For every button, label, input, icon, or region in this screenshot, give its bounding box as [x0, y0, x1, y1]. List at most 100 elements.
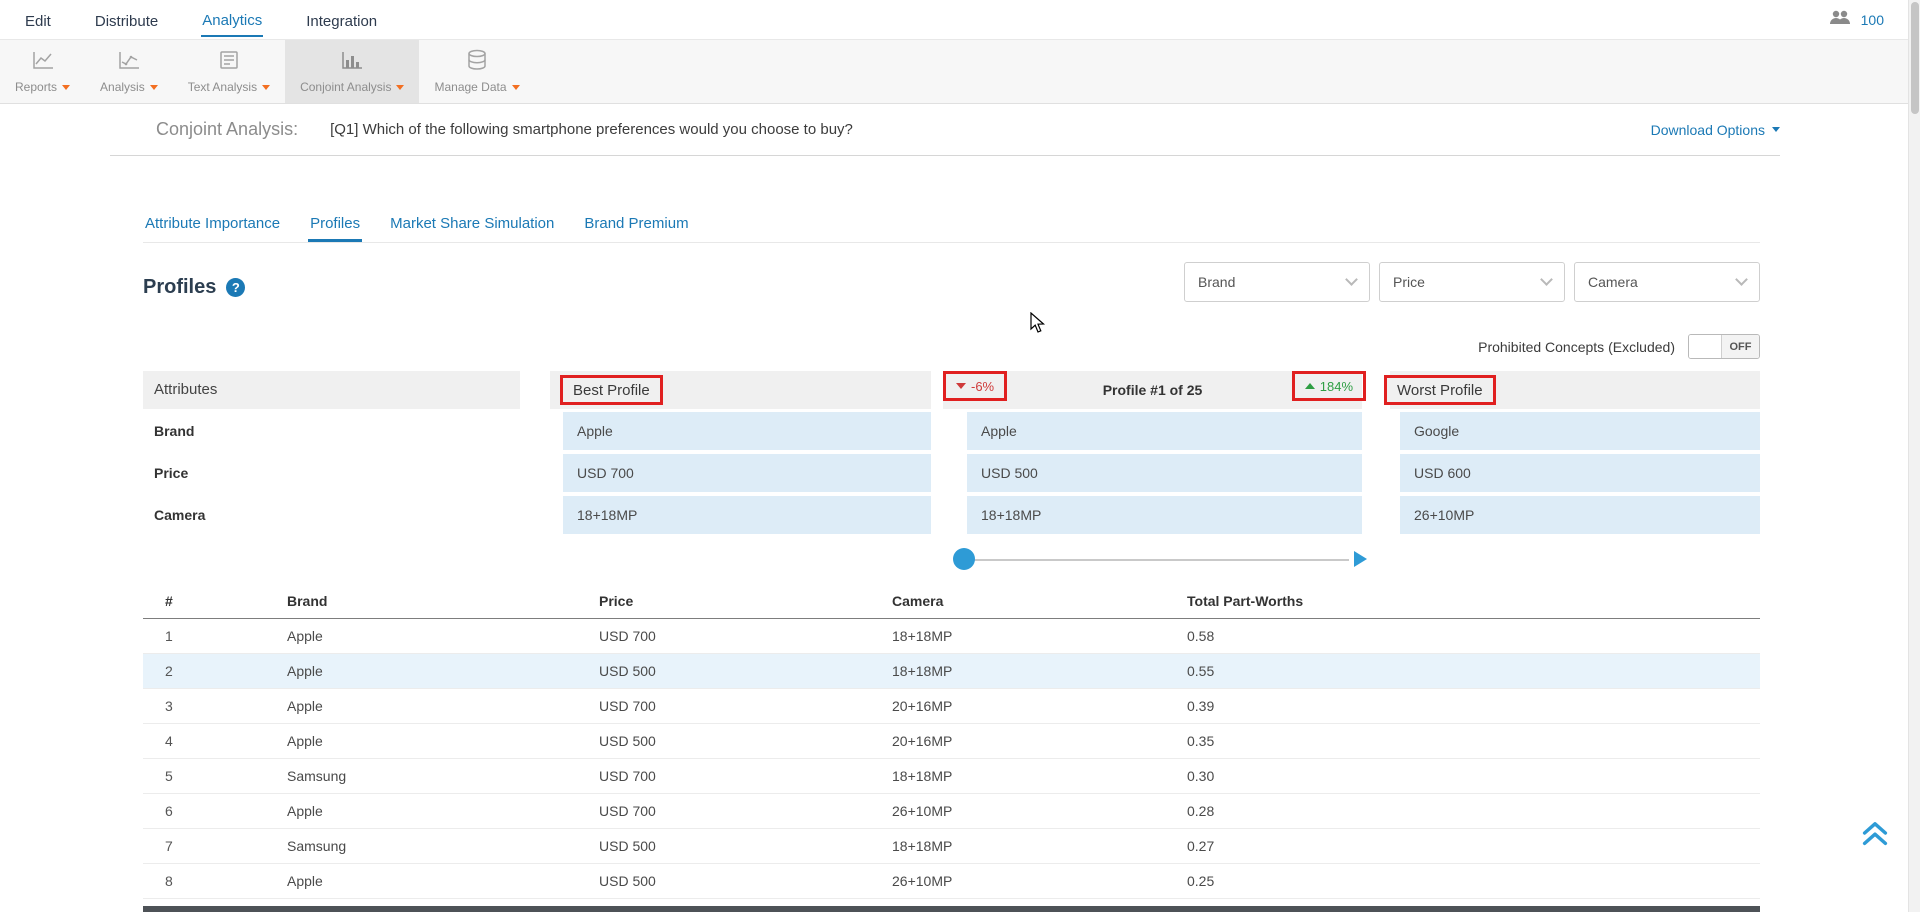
cell-brand: Apple	[287, 724, 599, 759]
cell-total: 0.55	[1187, 654, 1760, 689]
col-header-camera: Camera	[892, 588, 1187, 619]
annotation-box-worst: Worst Profile	[1384, 375, 1496, 405]
attribute-row-label: Price	[143, 454, 520, 492]
cell-index: 1	[143, 619, 287, 654]
respondents-icon[interactable]	[1828, 10, 1852, 30]
table-row[interactable]: 1 Apple USD 700 18+18MP 0.58	[143, 619, 1760, 654]
attribute-row-label: Brand	[143, 412, 520, 450]
table-row[interactable]: 4 Apple USD 500 20+16MP 0.35	[143, 724, 1760, 759]
cell-index: 5	[143, 759, 287, 794]
cell-brand: Samsung	[287, 759, 599, 794]
worst-value-cell: 26+10MP	[1400, 496, 1760, 534]
cell-price: USD 700	[599, 619, 892, 654]
table-row[interactable]: 8 Apple USD 500 26+10MP 0.25	[143, 864, 1760, 899]
cell-camera: 18+18MP	[892, 759, 1187, 794]
table-row[interactable]: 2 Apple USD 500 18+18MP 0.55	[143, 654, 1760, 689]
nav-distribute[interactable]: Distribute	[94, 4, 159, 36]
cell-price: USD 700	[599, 689, 892, 724]
help-icon[interactable]: ?	[226, 278, 245, 297]
toolbar-text-analysis[interactable]: Text Analysis	[173, 40, 285, 103]
table-row[interactable]: 6 Apple USD 700 26+10MP 0.28	[143, 794, 1760, 829]
cell-camera: 20+16MP	[892, 724, 1187, 759]
toolbar-label: Manage Data	[434, 80, 506, 94]
col-header-total-part-worths: Total Part-Worths	[1187, 588, 1760, 619]
current-value-cell: 18+18MP	[967, 496, 1362, 534]
nav-analytics[interactable]: Analytics	[201, 3, 263, 37]
tab-market-share-simulation[interactable]: Market Share Simulation	[388, 206, 556, 242]
best-value-cell: Apple	[563, 412, 931, 450]
toolbar-label: Conjoint Analysis	[300, 80, 391, 94]
respondent-count[interactable]: 100	[1861, 12, 1884, 28]
toolbar-label: Reports	[15, 80, 57, 94]
prohibited-concepts-toggle[interactable]: OFF	[1688, 334, 1760, 359]
nav-integration[interactable]: Integration	[305, 4, 378, 36]
download-options-label: Download Options	[1651, 122, 1765, 138]
best-value-cell: 18+18MP	[563, 496, 931, 534]
profile-slider	[943, 545, 1367, 575]
toolbar-conjoint-analysis[interactable]: Conjoint Analysis	[285, 40, 419, 103]
cell-price: USD 700	[599, 759, 892, 794]
cell-brand: Apple	[287, 794, 599, 829]
cell-price: USD 500	[599, 829, 892, 864]
cell-price: USD 500	[599, 864, 892, 899]
best-value-cell: USD 700	[563, 454, 931, 492]
toolbar-reports[interactable]: Reports	[0, 40, 85, 103]
dropdown-caret-icon	[62, 85, 70, 90]
cell-index: 8	[143, 864, 287, 899]
mouse-cursor	[1030, 312, 1048, 339]
annotation-box-best: Best Profile	[560, 375, 663, 405]
cell-brand: Apple	[287, 619, 599, 654]
cell-price: USD 500	[599, 654, 892, 689]
cell-brand: Apple	[287, 864, 599, 899]
table-row[interactable]: 3 Apple USD 700 20+16MP 0.39	[143, 689, 1760, 724]
slider-handle[interactable]	[953, 548, 975, 570]
tab-attribute-importance[interactable]: Attribute Importance	[143, 206, 282, 242]
download-options-button[interactable]: Download Options	[1651, 122, 1780, 138]
filter-select-brand[interactable]: Brand	[1184, 262, 1370, 302]
toolbar-analysis[interactable]: Analysis	[85, 40, 173, 103]
dropdown-caret-icon	[150, 85, 158, 90]
toolbar-label: Analysis	[100, 80, 145, 94]
prohibited-concepts-row: Prohibited Concepts (Excluded) OFF	[1478, 334, 1760, 359]
cell-camera: 18+18MP	[892, 619, 1187, 654]
cell-total: 0.39	[1187, 689, 1760, 724]
cell-total: 0.35	[1187, 724, 1760, 759]
question-text: [Q1] Which of the following smartphone p…	[330, 121, 853, 138]
cell-index: 6	[143, 794, 287, 829]
report-tabs: Attribute Importance Profiles Market Sha…	[143, 206, 1760, 243]
analytics-toolbar: Reports Analysis Text Analysis	[0, 39, 1908, 104]
cell-total: 0.27	[1187, 829, 1760, 864]
filter-select-price[interactable]: Price	[1379, 262, 1565, 302]
page-header: Conjoint Analysis: [Q1] Which of the fol…	[110, 104, 1780, 156]
filter-value: Price	[1393, 274, 1425, 290]
cell-camera: 26+10MP	[892, 864, 1187, 899]
scroll-to-top-button[interactable]	[1860, 818, 1892, 850]
toolbar-manage-data[interactable]: Manage Data	[419, 40, 534, 103]
worst-profile-label: Worst Profile	[1397, 382, 1483, 399]
cell-camera: 18+18MP	[892, 654, 1187, 689]
scrollbar-thumb[interactable]	[1911, 2, 1919, 114]
cell-camera: 18+18MP	[892, 829, 1187, 864]
filter-select-camera[interactable]: Camera	[1574, 262, 1760, 302]
tab-brand-premium[interactable]: Brand Premium	[582, 206, 690, 242]
slider-track[interactable]	[963, 559, 1349, 561]
table-row[interactable]: 7 Samsung USD 500 18+18MP 0.27	[143, 829, 1760, 864]
slider-next-arrow-icon[interactable]	[1354, 551, 1367, 567]
best-profile-label: Best Profile	[573, 382, 650, 399]
toggle-knob	[1689, 335, 1722, 358]
vertical-scrollbar[interactable]	[1908, 0, 1920, 912]
dropdown-caret-icon	[512, 85, 520, 90]
worst-value-cell: USD 600	[1400, 454, 1760, 492]
annotation-box-delta-worst: 184%	[1292, 371, 1366, 401]
cell-total: 0.58	[1187, 619, 1760, 654]
current-value-cell: USD 500	[967, 454, 1362, 492]
attribute-filters: Brand Price Camera	[1184, 262, 1760, 302]
dropdown-caret-icon	[262, 85, 270, 90]
text-table-icon	[216, 49, 242, 76]
nav-edit[interactable]: Edit	[24, 4, 52, 36]
tab-profiles[interactable]: Profiles	[308, 206, 362, 242]
table-row[interactable]: 5 Samsung USD 700 18+18MP 0.30	[143, 759, 1760, 794]
cell-index: 4	[143, 724, 287, 759]
cell-index: 3	[143, 689, 287, 724]
cell-price: USD 500	[599, 724, 892, 759]
